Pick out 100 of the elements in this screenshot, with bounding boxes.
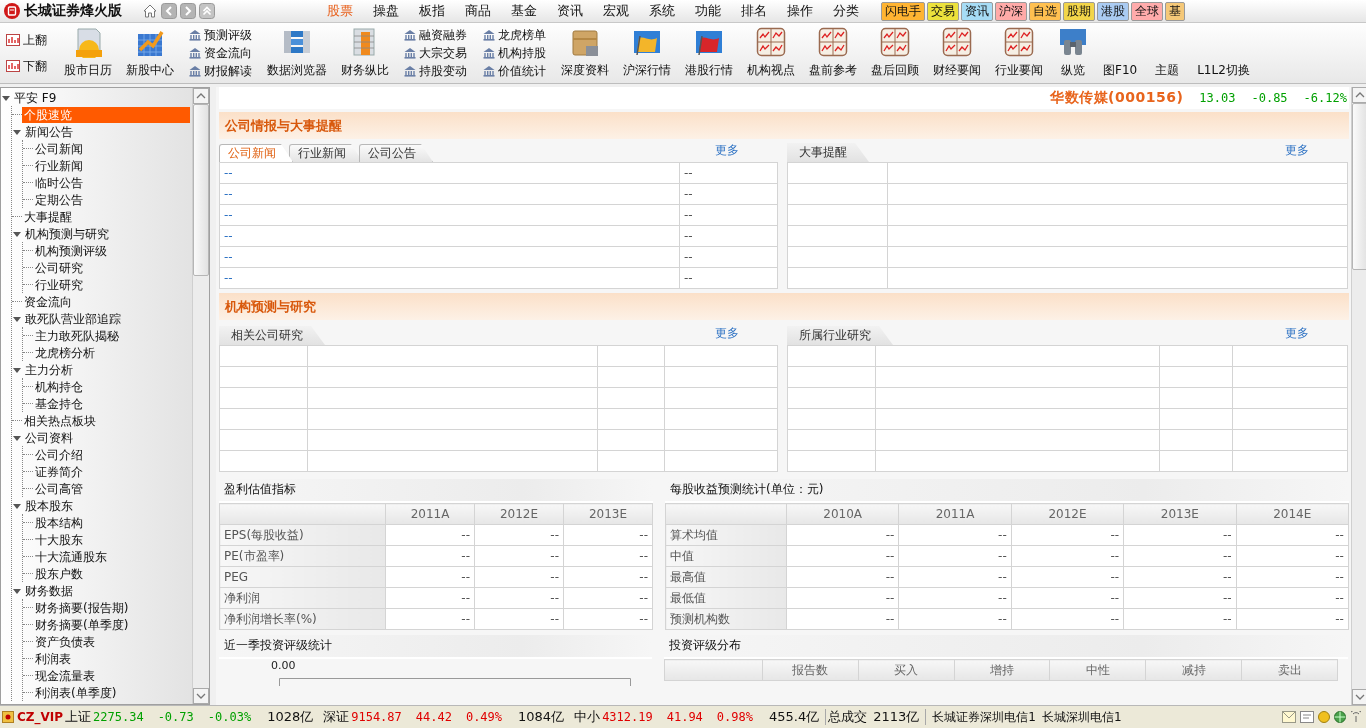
tree-item[interactable]: 新闻公告 xyxy=(23,123,192,140)
news-link[interactable]: -- xyxy=(219,204,680,226)
toolbar-link[interactable]: 持股变动 xyxy=(404,63,467,79)
news-link[interactable]: -- xyxy=(219,246,680,268)
scroll-down-icon[interactable] xyxy=(193,688,209,704)
toolbar-link[interactable]: 龙虎榜单 xyxy=(483,27,546,43)
menu-item[interactable]: 功能 xyxy=(685,1,731,21)
tree-item[interactable]: 公司新闻 xyxy=(33,140,192,157)
toolbar-button[interactable]: 盘前参考 xyxy=(802,23,864,83)
quick-tab[interactable]: 沪深 xyxy=(995,1,1027,21)
toolbar-link[interactable]: 价值统计 xyxy=(483,63,546,79)
tree-item[interactable]: 证券简介 xyxy=(33,463,192,480)
tree-item[interactable]: 财务数据 xyxy=(23,582,192,599)
tree-item[interactable]: 财务摘要(单季度) xyxy=(33,616,192,633)
menu-item[interactable]: 商品 xyxy=(455,1,501,21)
toolbar-button[interactable]: 财经要闻 xyxy=(926,23,988,83)
tree-item[interactable]: 股本股东 xyxy=(23,497,192,514)
menu-item[interactable]: 操作 xyxy=(777,1,823,21)
tree-item[interactable]: 定期公告 xyxy=(33,191,192,208)
tree-item[interactable]: 公司研究 xyxy=(33,259,192,276)
tree-item[interactable]: 公司资料 xyxy=(23,429,192,446)
toolbar-button[interactable]: 财务纵比 xyxy=(334,23,396,83)
menu-item[interactable]: 基金 xyxy=(501,1,547,21)
tree-item[interactable]: 大事提醒 xyxy=(22,208,192,225)
toolbar-button[interactable]: 港股行情 xyxy=(678,23,740,83)
tree-item[interactable]: 十大流通股东 xyxy=(33,548,192,565)
quick-tab[interactable]: 港股 xyxy=(1097,1,1129,21)
toolbar-button[interactable]: 新股中心 xyxy=(119,23,181,83)
tree-item[interactable]: 资金流向 xyxy=(22,293,192,310)
news-link[interactable]: -- xyxy=(219,267,680,289)
toolbar-button[interactable]: 图F10 xyxy=(1096,23,1145,83)
tree-item[interactable]: 机构预测评级 xyxy=(33,242,192,259)
toolbar-link[interactable]: 预测评级 xyxy=(189,27,252,43)
tree-item[interactable]: 主力分析 xyxy=(23,361,192,378)
tree-item[interactable]: 公司介绍 xyxy=(33,446,192,463)
toolbar-button[interactable]: L1L2切换 xyxy=(1190,23,1257,83)
menu-item[interactable]: 操盘 xyxy=(363,1,409,21)
page-button[interactable]: 下翻 xyxy=(6,58,47,74)
scrollbar[interactable] xyxy=(192,88,209,704)
more-link[interactable]: 更多 xyxy=(715,325,739,342)
more-link[interactable]: 更多 xyxy=(1285,142,1309,159)
coin-icon[interactable] xyxy=(1318,711,1330,723)
tree-item[interactable]: 临时公告 xyxy=(33,174,192,191)
toolbar-button[interactable]: 纵览 xyxy=(1050,23,1096,83)
back-icon[interactable] xyxy=(161,3,177,19)
quick-tab[interactable]: 资讯 xyxy=(961,1,993,21)
collapse-icon[interactable] xyxy=(199,3,215,19)
menu-item[interactable]: 板指 xyxy=(409,1,455,21)
toolbar-button[interactable]: 行业要闻 xyxy=(988,23,1050,83)
tree-item[interactable]: 股东户数 xyxy=(33,565,192,582)
toolbar-button[interactable]: 深度资料 xyxy=(554,23,616,83)
menu-item[interactable]: 系统 xyxy=(639,1,685,21)
mail-icon[interactable] xyxy=(1282,711,1296,723)
tree-item[interactable]: 现金流量表 xyxy=(33,667,192,684)
tree-item[interactable]: 利润表(单季度) xyxy=(33,684,192,701)
menu-item[interactable]: 排名 xyxy=(731,1,777,21)
tree-item[interactable]: 十大股东 xyxy=(33,531,192,548)
scroll-up-icon[interactable] xyxy=(193,88,209,104)
news-link[interactable]: -- xyxy=(219,225,680,247)
news-link[interactable]: -- xyxy=(219,183,680,205)
tree-item[interactable]: 行业研究 xyxy=(33,276,192,293)
toolbar-link[interactable]: 融资融券 xyxy=(404,27,467,43)
news-link[interactable]: -- xyxy=(219,162,680,184)
tree-item[interactable]: 公司高管 xyxy=(33,480,192,497)
signal-icon[interactable] xyxy=(1350,711,1362,723)
scroll-thumb[interactable] xyxy=(193,104,209,276)
more-link[interactable]: 更多 xyxy=(1285,325,1309,342)
more-link[interactable]: 更多 xyxy=(715,142,739,159)
scroll-up-icon[interactable] xyxy=(1351,87,1366,103)
tree-item[interactable]: 平安 F9 xyxy=(12,89,192,106)
tree-item[interactable]: 主力敢死队揭秘 xyxy=(33,327,192,344)
toolbar-link[interactable]: 大宗交易 xyxy=(404,45,467,61)
message-icon[interactable] xyxy=(1300,711,1314,723)
home-icon[interactable] xyxy=(142,3,158,19)
news-tab[interactable]: 公司新闻 xyxy=(219,144,293,162)
toolbar-button[interactable]: 股市日历 xyxy=(57,23,119,83)
toolbar-button[interactable]: 盘后回顾 xyxy=(864,23,926,83)
tree-item[interactable]: 股本结构 xyxy=(33,514,192,531)
quick-tab[interactable]: 全球 xyxy=(1131,1,1163,21)
page-button[interactable]: 上翻 xyxy=(6,32,47,48)
toolbar-button[interactable]: 沪深行情 xyxy=(616,23,678,83)
quick-tab[interactable]: 闪电手 xyxy=(881,1,925,21)
tree-item[interactable]: 相关热点板块 xyxy=(22,412,192,429)
toolbar-button[interactable]: 机构视点 xyxy=(740,23,802,83)
menu-item[interactable]: 资讯 xyxy=(547,1,593,21)
toolbar-button[interactable]: 数据浏览器 xyxy=(260,23,334,83)
scroll-thumb[interactable] xyxy=(1351,103,1366,270)
tree-item[interactable]: 龙虎榜分析 xyxy=(33,344,192,361)
tree-item[interactable]: 敢死队营业部追踪 xyxy=(23,310,192,327)
menu-item[interactable]: 宏观 xyxy=(593,1,639,21)
quick-tab[interactable]: 交易 xyxy=(927,1,959,21)
menu-item[interactable]: 分类 xyxy=(823,1,869,21)
quick-tab[interactable]: 自选 xyxy=(1029,1,1061,21)
tree-item[interactable]: 利润表 xyxy=(33,650,192,667)
quick-tab[interactable]: 基 xyxy=(1165,1,1185,21)
tree-item[interactable]: 资产负债表 xyxy=(33,633,192,650)
tree-item[interactable]: 机构预测与研究 xyxy=(23,225,192,242)
toolbar-button[interactable]: 主题 xyxy=(1144,23,1191,83)
toolbar-link[interactable]: 财报解读 xyxy=(189,63,252,79)
tree-item[interactable]: 行业新闻 xyxy=(33,157,192,174)
